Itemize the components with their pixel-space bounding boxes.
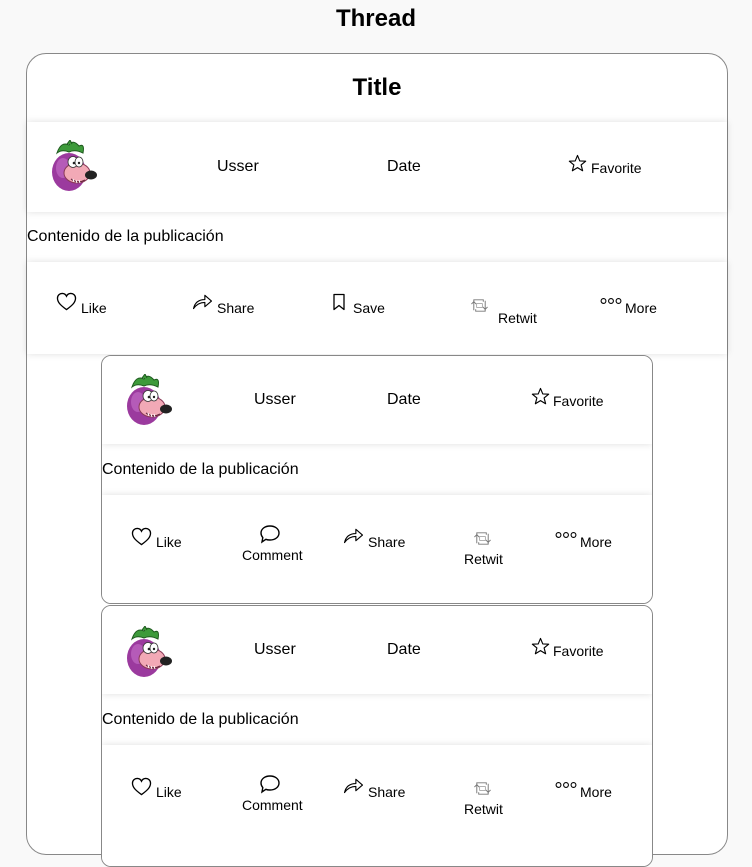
share-button[interactable]: Share — [343, 527, 423, 551]
heart-icon — [56, 292, 77, 311]
retwit-label: Retwit — [498, 310, 537, 326]
comment-icon — [259, 774, 281, 794]
favorite-label: Favorite — [553, 643, 604, 659]
more-label: More — [580, 784, 612, 800]
star-icon — [531, 637, 550, 656]
more-button[interactable]: More — [555, 780, 635, 804]
post-title: Title — [352, 74, 402, 101]
favorite-button[interactable]: Favorite — [531, 637, 621, 661]
like-label: Like — [156, 534, 182, 550]
reply-header: Usser Date Favorite — [102, 606, 652, 694]
reply-actions: Like Comment Share Retwit More — [102, 745, 652, 866]
like-label: Like — [156, 784, 182, 800]
reply-content: Contenido de la publicación — [102, 711, 299, 728]
comment-icon — [259, 524, 281, 544]
retweet-icon — [472, 529, 493, 548]
star-icon — [531, 387, 550, 406]
share-button[interactable]: Share — [343, 777, 423, 801]
avatar[interactable] — [47, 140, 97, 192]
favorite-button[interactable]: Favorite — [531, 387, 621, 411]
share-label: Share — [217, 300, 255, 316]
reply-card: Usser Date Favorite Contenido de la publ… — [101, 605, 653, 867]
retweet-icon — [469, 296, 490, 315]
comment-label: Comment — [242, 797, 303, 813]
favorite-button[interactable]: Favorite — [568, 154, 658, 178]
like-button[interactable]: Like — [56, 292, 136, 316]
share-button[interactable]: Share — [192, 292, 282, 316]
avatar[interactable] — [122, 374, 172, 426]
reply-actions: Like Comment Share Retwit More — [102, 495, 652, 603]
share-label: Share — [368, 534, 406, 550]
three-dots-icon — [555, 781, 577, 789]
reply-header: Usser Date Favorite — [102, 356, 652, 444]
more-button[interactable]: More — [600, 295, 690, 319]
comment-label: Comment — [242, 547, 303, 563]
share-arrow-icon — [192, 293, 213, 310]
retwit-button[interactable]: Retwit — [464, 529, 514, 569]
comment-button[interactable]: Comment — [242, 524, 312, 564]
save-label: Save — [353, 300, 385, 316]
share-arrow-icon — [343, 527, 364, 544]
retweet-icon — [472, 779, 493, 798]
username[interactable]: Usser — [254, 391, 296, 409]
star-icon — [568, 154, 587, 173]
like-label: Like — [81, 300, 107, 316]
three-dots-icon — [555, 531, 577, 539]
favorite-label: Favorite — [553, 393, 604, 409]
retwit-button[interactable]: Retwit — [469, 296, 559, 326]
save-button[interactable]: Save — [332, 292, 422, 316]
heart-icon — [131, 527, 152, 546]
reply-content: Contenido de la publicación — [102, 461, 299, 478]
username[interactable]: Usser — [254, 641, 296, 659]
share-label: Share — [368, 784, 406, 800]
post-content: Contenido de la publicación — [27, 228, 224, 245]
retwit-label: Retwit — [464, 801, 503, 817]
like-button[interactable]: Like — [131, 527, 201, 551]
comment-button[interactable]: Comment — [242, 774, 312, 814]
heart-icon — [131, 777, 152, 796]
avatar[interactable] — [122, 626, 172, 678]
three-dots-icon — [600, 297, 622, 305]
like-button[interactable]: Like — [131, 777, 201, 801]
reply-card: Usser Date Favorite Contenido de la publ… — [101, 355, 653, 604]
more-label: More — [580, 534, 612, 550]
username[interactable]: Usser — [217, 158, 259, 176]
bookmark-icon — [332, 293, 346, 311]
retwit-button[interactable]: Retwit — [464, 779, 514, 819]
thread-card: Title Usser Date Favorite Contenido de l… — [26, 53, 728, 867]
post-date: Date — [387, 158, 421, 175]
post-actions: Like Share Save Retwit More — [27, 262, 727, 354]
more-label: More — [625, 300, 657, 316]
more-button[interactable]: More — [555, 530, 635, 554]
post-date: Date — [387, 391, 421, 408]
page-title: Thread — [335, 5, 416, 32]
post-header: Usser Date Favorite — [27, 122, 727, 212]
post-date: Date — [387, 641, 421, 658]
favorite-label: Favorite — [591, 160, 642, 176]
share-arrow-icon — [343, 777, 364, 794]
retwit-label: Retwit — [464, 551, 503, 567]
